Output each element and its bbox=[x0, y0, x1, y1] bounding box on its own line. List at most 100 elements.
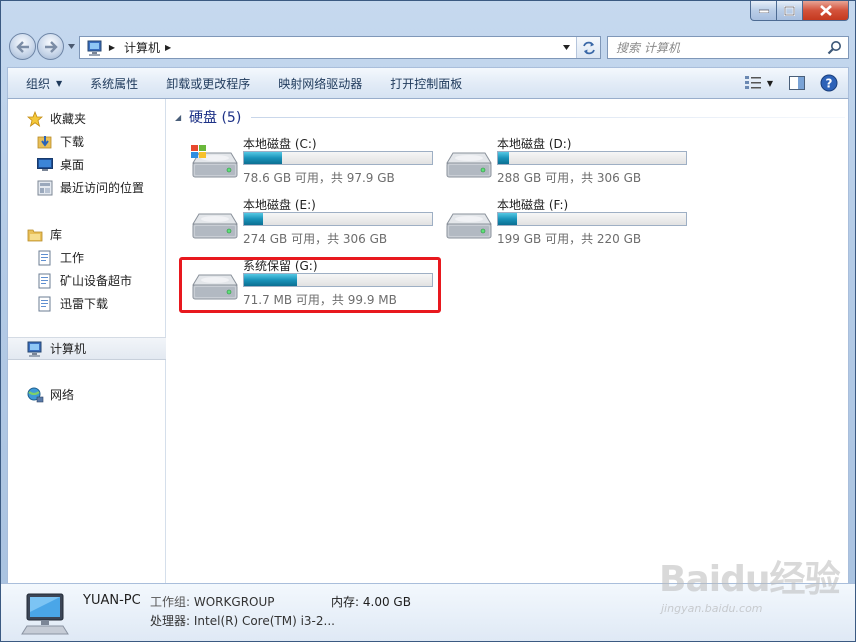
map-network-drive-button[interactable]: 映射网络驱动器 bbox=[264, 68, 376, 98]
sidebar-item-library-work[interactable]: 工作 bbox=[8, 246, 166, 269]
forward-button[interactable] bbox=[37, 33, 64, 60]
computer-name: YUAN-PC bbox=[83, 593, 141, 608]
organize-menu[interactable]: 组织 ▼ bbox=[8, 68, 76, 98]
address-dropdown[interactable] bbox=[558, 37, 574, 58]
command-bar: 组织 ▼ 系统属性 卸载或更改程序 映射网络驱动器 打开控制面板 ▼ ? bbox=[7, 67, 849, 99]
uninstall-program-button[interactable]: 卸载或更改程序 bbox=[152, 68, 264, 98]
maximize-button[interactable] bbox=[777, 1, 803, 21]
system-properties-button[interactable]: 系统属性 bbox=[76, 68, 152, 98]
drive-free-space: 274 GB 可用，共 306 GB bbox=[243, 232, 388, 246]
search-icon[interactable] bbox=[827, 40, 842, 55]
annotation-highlight-box bbox=[179, 257, 441, 313]
processor-label: 处理器: bbox=[150, 614, 191, 628]
sidebar-item-network[interactable]: 网络 bbox=[8, 383, 166, 406]
navigation-pane: 收藏夹 下载 桌面 最近访问的位置 库 工作 矿山设备超市 迅雷下载 计算机 网… bbox=[8, 99, 166, 583]
computer-group: 计算机 bbox=[8, 337, 166, 360]
drive-usage-fill bbox=[244, 152, 282, 164]
star-icon bbox=[26, 110, 44, 127]
drive-name: 本地磁盘 (F:) bbox=[497, 198, 569, 212]
minimize-button[interactable] bbox=[750, 1, 777, 21]
network-group: 网络 bbox=[8, 383, 166, 406]
content-area: 收藏夹 下载 桌面 最近访问的位置 库 工作 矿山设备超市 迅雷下载 计算机 网… bbox=[7, 99, 849, 583]
memory-line: 内存: 4.00 GB bbox=[331, 593, 411, 610]
sidebar-label: 库 bbox=[50, 228, 63, 242]
drive-free-space: 288 GB 可用，共 306 GB bbox=[497, 171, 642, 185]
sidebar-label: 迅雷下载 bbox=[60, 297, 109, 311]
drive-usage-bar bbox=[497, 212, 687, 226]
sidebar-item-recent-places[interactable]: 最近访问的位置 bbox=[8, 176, 166, 199]
minimize-icon bbox=[758, 9, 769, 13]
sidebar-item-desktop[interactable]: 桌面 bbox=[8, 153, 166, 176]
change-view-button[interactable]: ▼ bbox=[742, 72, 776, 94]
view-tiles-icon bbox=[744, 76, 761, 89]
refresh-button[interactable] bbox=[576, 37, 600, 58]
breadcrumb-separator[interactable]: ▶ bbox=[106, 43, 118, 52]
recent-pages-button[interactable] bbox=[66, 40, 76, 52]
chevron-down-icon bbox=[67, 43, 75, 49]
recent-places-icon bbox=[36, 180, 54, 196]
drive-item[interactable]: 本地磁盘 (C:) 78.6 GB 可用，共 97.9 GB bbox=[189, 135, 445, 195]
sidebar-item-favorites[interactable]: 收藏夹 bbox=[8, 107, 166, 130]
hard-drive-icon bbox=[192, 213, 238, 239]
group-divider bbox=[251, 116, 845, 118]
search-input[interactable]: 搜索 计算机 bbox=[616, 39, 680, 56]
sidebar-item-library-thunder[interactable]: 迅雷下载 bbox=[8, 292, 166, 315]
drives-view: ◢ 硬盘 (5) 本地磁盘 (C:) 78.6 GB 可用，共 97.9 GB 本地… bbox=[167, 99, 848, 583]
drive-name: 本地磁盘 (D:) bbox=[497, 137, 572, 151]
drive-usage-fill bbox=[244, 213, 263, 225]
processor-value: Intel(R) Core(TM) i3-2... bbox=[193, 614, 335, 628]
sidebar-label: 矿山设备超市 bbox=[60, 274, 133, 288]
drive-usage-fill bbox=[498, 152, 510, 164]
breadcrumb-computer[interactable]: 计算机 bbox=[124, 39, 160, 56]
preview-pane-button[interactable] bbox=[786, 72, 808, 94]
help-button[interactable]: ? bbox=[818, 72, 840, 94]
hard-drives-group-header[interactable]: ◢ 硬盘 (5) bbox=[175, 107, 845, 127]
library-folder-icon bbox=[26, 227, 44, 243]
sidebar-label: 最近访问的位置 bbox=[60, 181, 145, 195]
chevron-down-icon bbox=[562, 45, 570, 50]
system-drive-icon bbox=[191, 145, 238, 178]
back-button[interactable] bbox=[9, 33, 36, 60]
document-library-icon bbox=[36, 296, 54, 312]
sidebar-item-library-mining[interactable]: 矿山设备超市 bbox=[8, 269, 166, 292]
hard-drive-icon bbox=[446, 152, 492, 178]
memory-value: 4.00 GB bbox=[362, 595, 411, 609]
chevron-down-icon: ▼ bbox=[56, 78, 63, 88]
desktop-icon bbox=[36, 157, 54, 173]
search-box[interactable]: 搜索 计算机 bbox=[607, 36, 849, 59]
close-button[interactable] bbox=[803, 1, 849, 21]
caption-buttons bbox=[750, 1, 849, 22]
open-control-panel-button[interactable]: 打开控制面板 bbox=[376, 68, 476, 98]
downloads-folder-icon bbox=[36, 134, 54, 150]
drive-item[interactable]: 本地磁盘 (D:) 288 GB 可用，共 306 GB bbox=[443, 135, 699, 195]
hard-drive-icon bbox=[446, 213, 492, 239]
drive-usage-bar bbox=[497, 151, 687, 165]
sidebar-item-computer[interactable]: 计算机 bbox=[8, 337, 166, 360]
drive-free-space: 78.6 GB 可用，共 97.9 GB bbox=[243, 171, 395, 185]
drive-item[interactable]: 本地磁盘 (E:) 274 GB 可用，共 306 GB bbox=[189, 196, 445, 256]
favorites-group: 收藏夹 下载 桌面 最近访问的位置 bbox=[8, 107, 166, 199]
sidebar-item-downloads[interactable]: 下载 bbox=[8, 130, 166, 153]
breadcrumb-separator[interactable]: ▶ bbox=[162, 43, 174, 52]
memory-label: 内存: bbox=[331, 595, 360, 609]
help-icon: ? bbox=[820, 74, 838, 92]
preview-pane-icon bbox=[789, 76, 805, 90]
drive-name: 本地磁盘 (E:) bbox=[243, 198, 316, 212]
close-icon bbox=[819, 5, 832, 16]
drive-item[interactable]: 本地磁盘 (F:) 199 GB 可用，共 220 GB bbox=[443, 196, 699, 256]
drive-usage-bar bbox=[243, 212, 433, 226]
watermark-brand: Baidu经验 bbox=[659, 559, 840, 600]
sidebar-item-libraries[interactable]: 库 bbox=[8, 223, 166, 246]
workgroup-value: WORKGROUP bbox=[193, 595, 275, 609]
explorer-window: ▶ 计算机 ▶ 搜索 计算机 组织 ▼ 系统属性 卸载或更改程序 映射网络驱动器… bbox=[0, 0, 856, 642]
address-bar[interactable]: ▶ 计算机 ▶ bbox=[79, 36, 601, 59]
sidebar-label: 网络 bbox=[50, 388, 75, 402]
baidu-watermark: Baidu经验 jingyan.baidu.com bbox=[659, 550, 849, 630]
collapse-triangle-icon[interactable]: ◢ bbox=[175, 113, 189, 122]
navigation-bar: ▶ 计算机 ▶ 搜索 计算机 bbox=[7, 31, 849, 63]
computer-icon bbox=[21, 593, 69, 635]
details-pane: YUAN-PC 工作组: WORKGROUP 内存: 4.00 GB 处理器: … bbox=[1, 559, 855, 641]
workgroup-label: 工作组: bbox=[150, 595, 191, 609]
sidebar-label: 计算机 bbox=[50, 342, 87, 356]
sidebar-label: 工作 bbox=[60, 251, 85, 265]
